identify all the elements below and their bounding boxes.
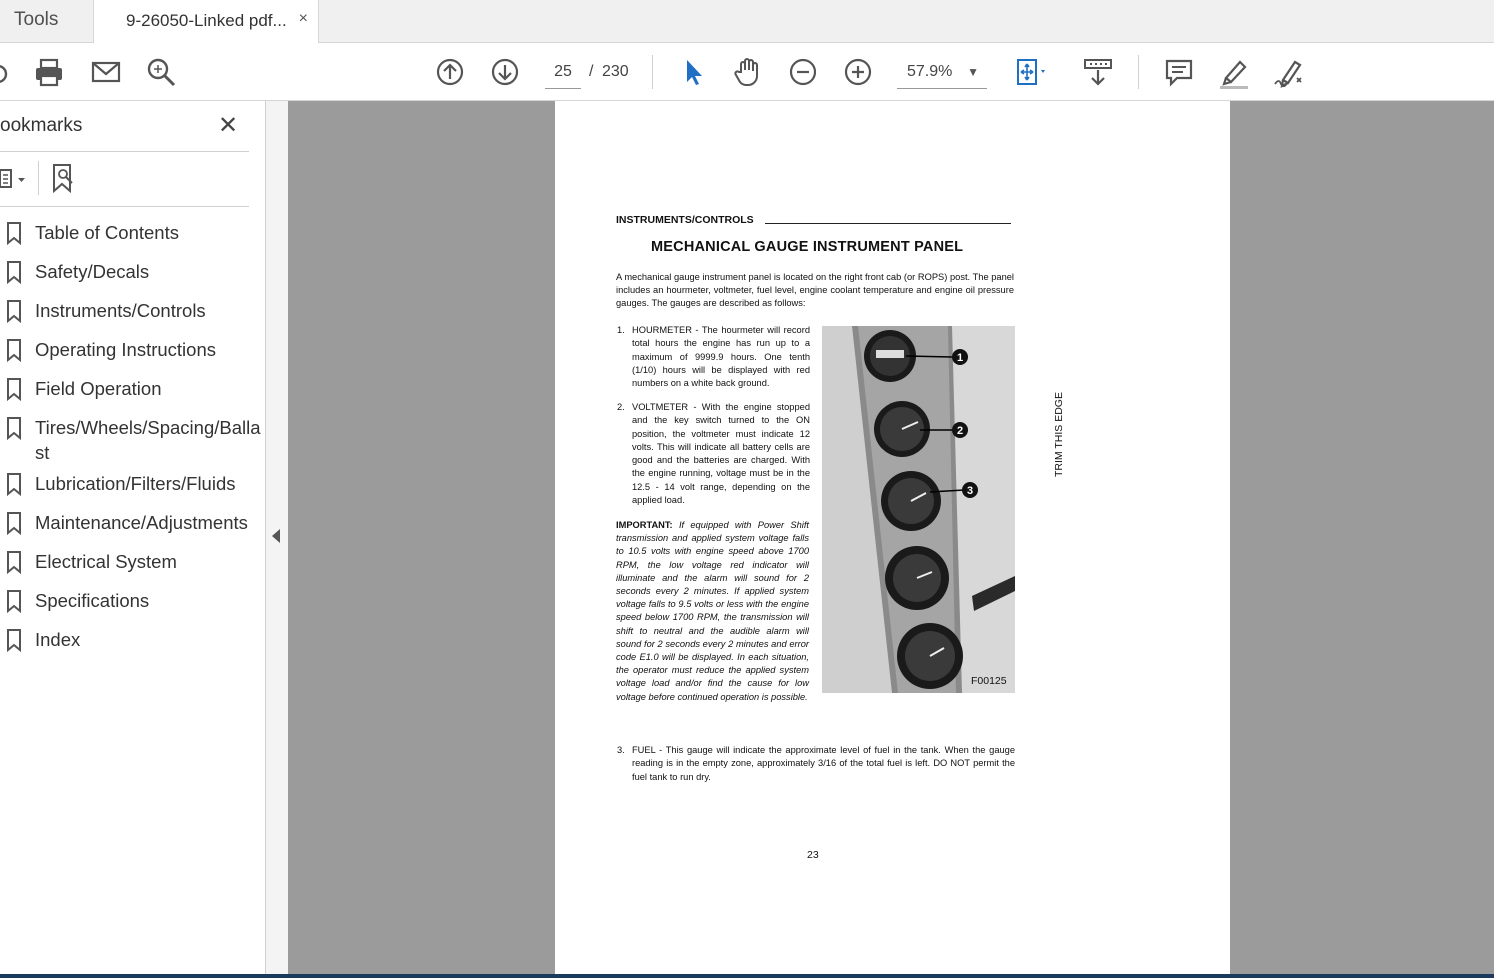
page-number-input[interactable]: 25 — [545, 55, 581, 89]
bookmark-icon — [7, 261, 21, 284]
hand-tool-icon[interactable] — [730, 54, 766, 90]
share-icon[interactable] — [0, 54, 18, 90]
trim-edge-label: TRIM THIS EDGE — [1053, 392, 1065, 477]
list-text: HOURMETER - The hourmeter will record to… — [632, 325, 810, 389]
toolbar-divider — [1138, 55, 1139, 89]
tab-tools[interactable]: Tools — [0, 0, 94, 43]
toolbar-divider — [652, 55, 653, 89]
fit-page-icon[interactable] — [1012, 54, 1048, 90]
print-icon[interactable] — [31, 54, 67, 90]
zoom-level-select[interactable]: 57.9% ▼ — [897, 55, 987, 89]
bookmark-icon — [7, 222, 21, 245]
list-text: FUEL - This gauge will indicate the appr… — [632, 745, 1015, 782]
pdf-page: INSTRUMENTS/CONTROLS MECHANICAL GAUGE IN… — [555, 101, 1230, 978]
bookmark-item[interactable]: Electrical System — [0, 542, 266, 581]
zoom-level-value: 57.9% — [907, 63, 953, 80]
callout-1: 1 — [957, 352, 963, 364]
bookmark-label: Maintenance/Adjustments — [35, 512, 248, 533]
bookmark-label: Field Operation — [35, 378, 162, 399]
section-header: INSTRUMENTS/CONTROLS — [616, 214, 754, 226]
document-viewer[interactable]: INSTRUMENTS/CONTROLS MECHANICAL GAUGE IN… — [288, 101, 1494, 978]
search-icon[interactable] — [143, 54, 179, 90]
panel-collapse-handle[interactable] — [266, 101, 288, 978]
callout-3: 3 — [967, 485, 973, 497]
bookmarks-panel: ookmarks ✕ Table of Contents Safety/Deca… — [0, 101, 266, 978]
bookmark-icon — [7, 590, 21, 613]
select-tool-icon[interactable] — [675, 54, 711, 90]
gauge-panel-photo: 1 2 3 — [822, 326, 1015, 693]
tab-document[interactable]: 9-26050-Linked pdf... × — [94, 0, 319, 44]
next-page-icon[interactable] — [487, 54, 523, 90]
bookmark-label: Electrical System — [35, 551, 177, 572]
taskbar-edge — [0, 974, 1494, 978]
list-number: 2. — [617, 402, 625, 412]
bookmark-label: Table of Contents — [35, 222, 179, 243]
list-item-voltmeter: 2. VOLTMETER - With the engine stopped a… — [617, 401, 810, 507]
page-total: 230 — [602, 63, 629, 80]
bookmark-label: Specifications — [35, 590, 150, 611]
bookmark-item[interactable]: Index — [0, 620, 266, 659]
bookmark-item[interactable]: Tires/Wheels/Spacing/Ballast — [0, 408, 266, 464]
panel-divider — [0, 151, 249, 152]
list-number: 1. — [617, 325, 625, 335]
important-note: IMPORTANT: If equipped with Power Shift … — [616, 519, 809, 704]
bookmark-label: Lubrication/Filters/Fluids — [35, 473, 236, 494]
list-item-hourmeter: 1. HOURMETER - The hourmeter will record… — [617, 324, 810, 390]
panel-divider — [0, 206, 249, 207]
bookmark-icon — [7, 551, 21, 574]
bookmark-icon — [7, 378, 21, 401]
bookmark-icon — [7, 339, 21, 362]
list-number: 3. — [617, 745, 625, 755]
panel-toolbar-divider — [38, 161, 39, 195]
bookmark-label: Safety/Decals — [35, 261, 150, 282]
bookmark-item[interactable]: Field Operation — [0, 369, 266, 408]
email-icon[interactable] — [88, 54, 124, 90]
scroll-mode-icon[interactable] — [1080, 54, 1116, 90]
bookmark-label: Index — [35, 629, 81, 650]
bookmark-icon — [7, 629, 21, 652]
close-tab-icon[interactable]: × — [299, 10, 308, 28]
chevron-down-icon: ▼ — [967, 65, 979, 79]
page-number: 23 — [807, 849, 819, 861]
figure-code: F00125 — [971, 675, 1007, 687]
bookmark-icon — [7, 417, 21, 440]
important-text: If equipped with Power Shift transmissio… — [616, 520, 809, 702]
find-bookmark-icon[interactable] — [50, 163, 78, 194]
callout-2: 2 — [957, 425, 963, 437]
tab-bar: Tools 9-26050-Linked pdf... × — [0, 0, 1494, 44]
tab-document-label: 9-26050-Linked pdf... — [126, 11, 287, 30]
previous-page-icon[interactable] — [432, 54, 468, 90]
section-rule — [765, 223, 1011, 224]
zoom-in-icon[interactable] — [840, 54, 876, 90]
panel-title: ookmarks — [0, 115, 83, 136]
page-heading: MECHANICAL GAUGE INSTRUMENT PANEL — [651, 239, 964, 255]
highlight-icon[interactable] — [1216, 54, 1252, 90]
bookmark-icon — [7, 512, 21, 535]
bookmark-item[interactable]: Lubrication/Filters/Fluids — [0, 464, 266, 503]
bookmark-item[interactable]: Maintenance/Adjustments — [0, 503, 266, 542]
toolbar: 25 / 230 57.9% ▼ — [0, 43, 1494, 101]
bookmark-label: Operating Instructions — [35, 339, 216, 360]
options-menu-icon[interactable] — [0, 167, 28, 191]
bookmark-icon — [7, 300, 21, 323]
zoom-out-icon[interactable] — [785, 54, 821, 90]
bookmark-item[interactable]: Table of Contents — [0, 213, 266, 252]
bookmark-item[interactable]: Instruments/Controls — [0, 291, 266, 330]
bookmark-item[interactable]: Safety/Decals — [0, 252, 266, 291]
list-text: VOLTMETER - With the engine stopped and … — [632, 402, 810, 506]
close-panel-icon[interactable]: ✕ — [218, 111, 238, 140]
page-separator: / — [589, 63, 594, 80]
important-label: IMPORTANT: — [616, 520, 673, 530]
comment-icon[interactable] — [1161, 54, 1197, 90]
intro-paragraph: A mechanical gauge instrument panel is l… — [616, 272, 1014, 309]
sign-icon[interactable] — [1271, 54, 1307, 90]
bookmark-icon — [7, 473, 21, 496]
bookmark-list: Table of Contents Safety/Decals Instrume… — [0, 213, 266, 659]
bookmark-item[interactable]: Operating Instructions — [0, 330, 266, 369]
bookmark-item[interactable]: Specifications — [0, 581, 266, 620]
bookmark-label: Tires/Wheels/Spacing/Ballast — [35, 417, 261, 463]
bookmark-label: Instruments/Controls — [35, 300, 206, 321]
list-item-fuel: 3. FUEL - This gauge will indicate the a… — [617, 744, 1015, 784]
collapse-arrow-icon — [272, 529, 280, 543]
